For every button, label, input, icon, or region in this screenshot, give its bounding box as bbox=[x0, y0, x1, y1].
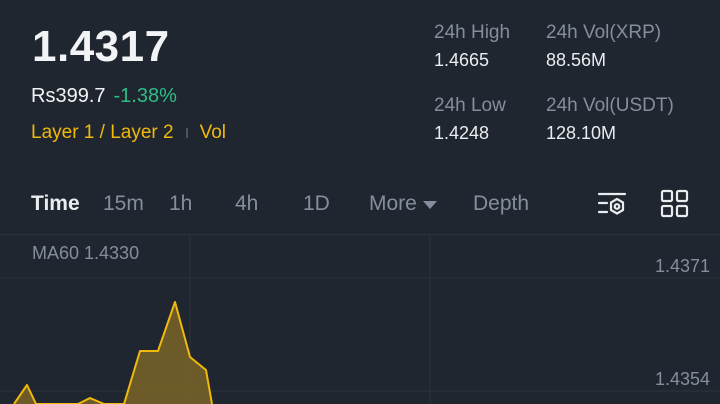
tab-4h[interactable]: 4h bbox=[235, 192, 258, 216]
stat-value: 1.4665 bbox=[434, 50, 490, 70]
tag-vol[interactable]: Vol bbox=[200, 122, 226, 144]
fiat-price: Rs399.7 bbox=[31, 85, 106, 107]
tab-depth[interactable]: Depth bbox=[473, 192, 529, 216]
price-area bbox=[14, 302, 212, 404]
tag-divider bbox=[185, 128, 188, 138]
ma60-label: MA60 1.4330 bbox=[32, 243, 140, 263]
stat-label: 24h Low bbox=[434, 95, 506, 116]
tab-15m[interactable]: 15m bbox=[103, 192, 144, 216]
tab-more-label: More bbox=[369, 192, 417, 215]
last-price: 1.4317 bbox=[32, 22, 170, 71]
tab-more[interactable]: More bbox=[369, 192, 437, 216]
tab-1d[interactable]: 1D bbox=[303, 192, 330, 216]
chart-settings-icon[interactable] bbox=[597, 189, 627, 219]
stat-value: 88.56M bbox=[546, 50, 607, 70]
stat-label: 24h High bbox=[434, 22, 511, 43]
stat-value: 1.4248 bbox=[434, 123, 490, 143]
grid-layout-icon[interactable] bbox=[660, 189, 690, 219]
fiat-row: Rs399.7 -1.38% bbox=[31, 85, 177, 108]
stat-24h-vol-quote: 24h Vol(USDT) 128.10M bbox=[546, 95, 674, 144]
stat-24h-low: 24h Low 1.4248 bbox=[434, 95, 506, 144]
caret-down-icon bbox=[422, 201, 437, 209]
stat-label: 24h Vol(XRP) bbox=[546, 22, 662, 43]
stat-24h-high: 24h High 1.4665 bbox=[434, 22, 510, 71]
tab-time[interactable]: Time bbox=[31, 192, 80, 216]
price-tick: 1.4354 bbox=[654, 369, 710, 389]
price-tick: 1.4371 bbox=[654, 256, 710, 276]
stat-24h-vol-base: 24h Vol(XRP) 88.56M bbox=[546, 22, 661, 71]
tags-row: Layer 1 / Layer 2 Vol bbox=[31, 122, 226, 144]
tag-layer[interactable]: Layer 1 / Layer 2 bbox=[31, 122, 174, 144]
stat-value: 128.10M bbox=[546, 123, 617, 143]
stat-label: 24h Vol(USDT) bbox=[546, 95, 674, 116]
change-percent: -1.38% bbox=[113, 85, 177, 107]
tab-1h[interactable]: 1h bbox=[169, 192, 192, 216]
